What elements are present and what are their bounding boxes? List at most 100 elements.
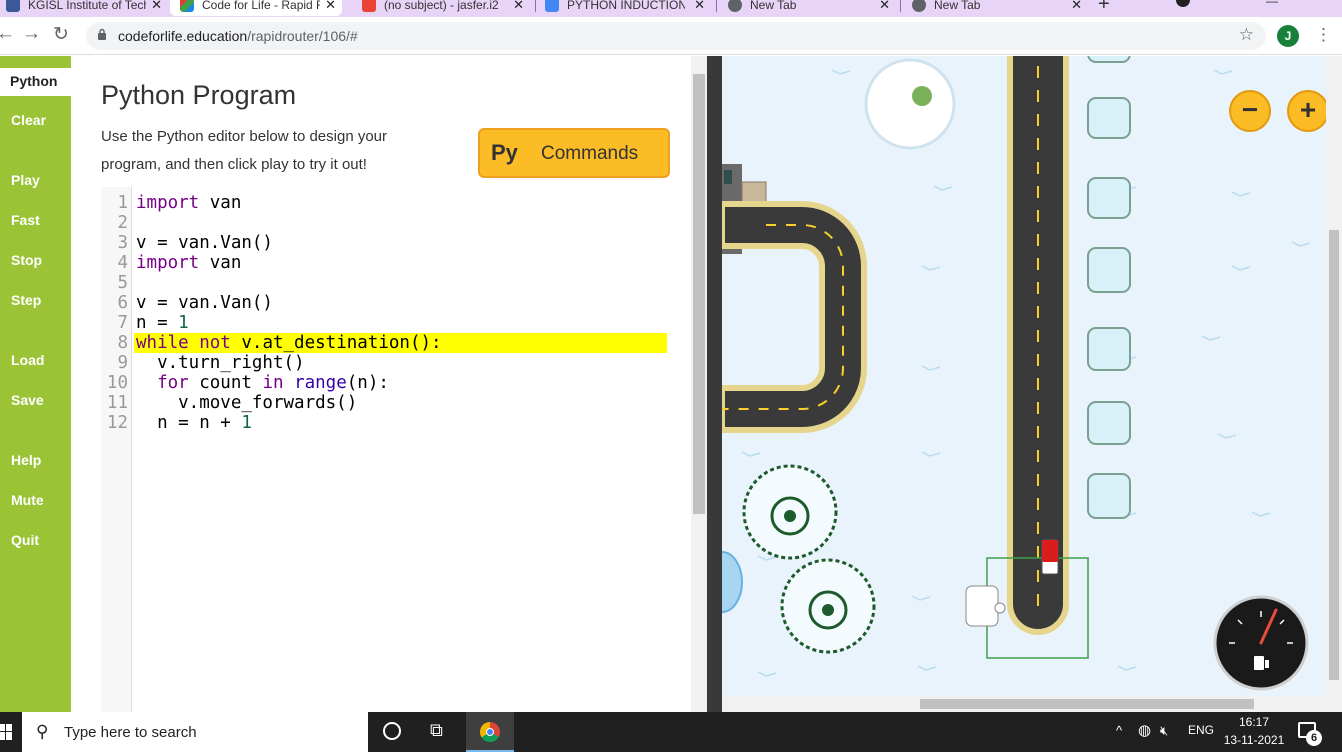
map-horizontal-scrollbar-thumb[interactable]	[920, 699, 1254, 709]
quit-button[interactable]: Quit	[11, 532, 39, 548]
fuel-gauge-icon	[1213, 595, 1309, 691]
language-indicator[interactable]: ENG	[1188, 723, 1214, 737]
commands-button-label: Commands	[541, 143, 639, 164]
step-button[interactable]: Step	[11, 292, 41, 308]
code-line[interactable]: for count in range(n):	[136, 373, 389, 393]
browser-tab-code-for-life[interactable]: Code for Life - Rapid R ✕	[170, 0, 342, 16]
address-bar[interactable]: codeforlife.education/rapidrouter/106/# …	[86, 22, 1266, 50]
notification-count-badge: 6	[1306, 730, 1322, 746]
browser-tab-kgisl[interactable]: KGISL Institute of Tech ✕	[6, 0, 162, 16]
tab-title: (no subject) - jasfer.i2	[384, 0, 499, 12]
code-line[interactable]: v.turn_right()	[136, 353, 305, 373]
code-line[interactable]: v = van.Van()	[136, 233, 273, 253]
tab-title: New Tab	[750, 0, 797, 12]
close-tab-icon[interactable]: ✕	[513, 0, 524, 13]
play-button[interactable]: Play	[11, 172, 40, 188]
map-scrollbar-thumb[interactable]	[1329, 230, 1339, 680]
menu-python-tab[interactable]: Python	[0, 68, 71, 96]
editor-scrollbar-thumb[interactable]	[693, 74, 705, 514]
code-line[interactable]: n = n + 1	[136, 413, 252, 433]
code-line[interactable]: import van	[136, 193, 241, 213]
bookmark-star-icon[interactable]: ☆	[1239, 25, 1254, 45]
code-line[interactable]: while not v.at_destination():	[134, 333, 667, 353]
line-number: 9	[117, 353, 128, 373]
python-editor-panel: Python Program Use the Python editor bel…	[71, 56, 691, 712]
task-view-icon[interactable]: ⧉	[430, 720, 443, 741]
line-number: 6	[117, 293, 128, 313]
line-number: 12	[106, 413, 128, 433]
browser-tab-new-tab-2[interactable]: New Tab ✕	[912, 0, 1082, 16]
line-number: 4	[117, 253, 128, 273]
panel-resize-divider[interactable]	[707, 56, 722, 712]
tab-search-icon[interactable]	[1176, 0, 1190, 7]
google-forms-favicon-icon	[545, 0, 559, 12]
taskbar-search-box[interactable]: ⚲ Type here to search	[22, 712, 368, 752]
minimize-window-icon[interactable]: —	[1266, 0, 1278, 8]
tab-title: New Tab	[934, 0, 981, 12]
browser-toolbar: ← → ↻ codeforlife.education/rapidrouter/…	[0, 17, 1342, 55]
help-button[interactable]: Help	[11, 452, 41, 468]
map-horizontal-scrollbar[interactable]	[722, 696, 1326, 712]
code-line[interactable]: n = 1	[136, 313, 189, 333]
tab-strip: KGISL Institute of Tech ✕ Code for Life …	[0, 0, 1342, 17]
clock-time[interactable]: 16:17	[1224, 715, 1284, 729]
browser-tab-new-tab[interactable]: New Tab ✕	[728, 0, 890, 16]
taskbar-search-placeholder: Type here to search	[64, 724, 197, 741]
network-globe-icon[interactable]: ◍	[1138, 721, 1151, 739]
close-tab-icon[interactable]: ✕	[1071, 0, 1082, 13]
clock-date[interactable]: 13-11-2021	[1220, 733, 1288, 747]
tab-separator	[716, 0, 717, 12]
line-number: 11	[106, 393, 128, 413]
line-number: 10	[106, 373, 128, 393]
code-editor[interactable]: 1 2 3 4 5 6 7 8 9 10 11 12 import van v =…	[101, 187, 671, 712]
line-number: 7	[117, 313, 128, 333]
stop-button[interactable]: Stop	[11, 252, 42, 268]
tab-separator	[535, 0, 536, 12]
back-arrow-icon[interactable]: ←	[0, 23, 15, 45]
browser-menu-icon[interactable]: ⋮	[1315, 25, 1332, 45]
save-button[interactable]: Save	[11, 392, 44, 408]
python-logo-icon: Py	[491, 140, 518, 165]
map-scrollbar[interactable]	[1326, 56, 1342, 712]
lock-icon	[98, 28, 106, 40]
url-path: /rapidrouter/106/#	[247, 28, 358, 44]
tab-title: Code for Life - Rapid R	[202, 0, 320, 12]
tray-overflow-icon[interactable]: ^	[1116, 723, 1122, 738]
close-tab-icon[interactable]: ✕	[879, 0, 890, 13]
kgisl-favicon-icon	[6, 0, 20, 12]
line-number: 1	[117, 193, 128, 213]
game-map[interactable]: − +	[722, 56, 1326, 696]
editor-scrollbar[interactable]	[691, 56, 707, 712]
gmail-favicon-icon	[362, 0, 376, 12]
browser-tab-python-induction[interactable]: PYTHON INDUCTION ✕	[545, 0, 705, 16]
editor-instructions: Use the Python editor below to design yo…	[101, 128, 388, 173]
zoom-out-button[interactable]: −	[1229, 90, 1271, 132]
line-number: 2	[117, 213, 128, 233]
mute-button[interactable]: Mute	[11, 492, 44, 508]
browser-tab-gmail[interactable]: (no subject) - jasfer.i2 ✕	[362, 0, 524, 16]
forward-arrow-icon[interactable]: →	[22, 23, 41, 45]
url-host: codeforlife.education	[118, 28, 248, 44]
page-title: Python Program	[101, 80, 297, 110]
close-tab-icon[interactable]: ✕	[325, 0, 336, 13]
speaker-mute-icon[interactable]: 🔇︎	[1160, 723, 1168, 739]
code-line[interactable]: import van	[136, 253, 241, 273]
close-tab-icon[interactable]: ✕	[694, 0, 705, 13]
profile-avatar[interactable]: J	[1277, 25, 1299, 47]
zoom-in-button[interactable]: +	[1287, 90, 1326, 132]
windows-start-icon[interactable]	[0, 724, 12, 740]
taskbar-chrome-button[interactable]	[466, 712, 514, 752]
commands-button[interactable]: Py Commands	[478, 128, 670, 178]
snowy-tree-icon	[742, 464, 838, 560]
tab-title: KGISL Institute of Tech	[28, 0, 146, 12]
load-button[interactable]: Load	[11, 352, 44, 368]
fast-button[interactable]: Fast	[11, 212, 40, 228]
new-tab-button[interactable]: +	[1098, 0, 1110, 16]
clear-button[interactable]: Clear	[11, 112, 46, 128]
chrome-favicon-icon	[912, 0, 926, 12]
code-line[interactable]: v.move_forwards()	[136, 393, 357, 413]
cortana-icon[interactable]	[383, 722, 401, 740]
reload-icon[interactable]: ↻	[53, 23, 69, 46]
close-tab-icon[interactable]: ✕	[151, 0, 162, 13]
code-line[interactable]: v = van.Van()	[136, 293, 273, 313]
